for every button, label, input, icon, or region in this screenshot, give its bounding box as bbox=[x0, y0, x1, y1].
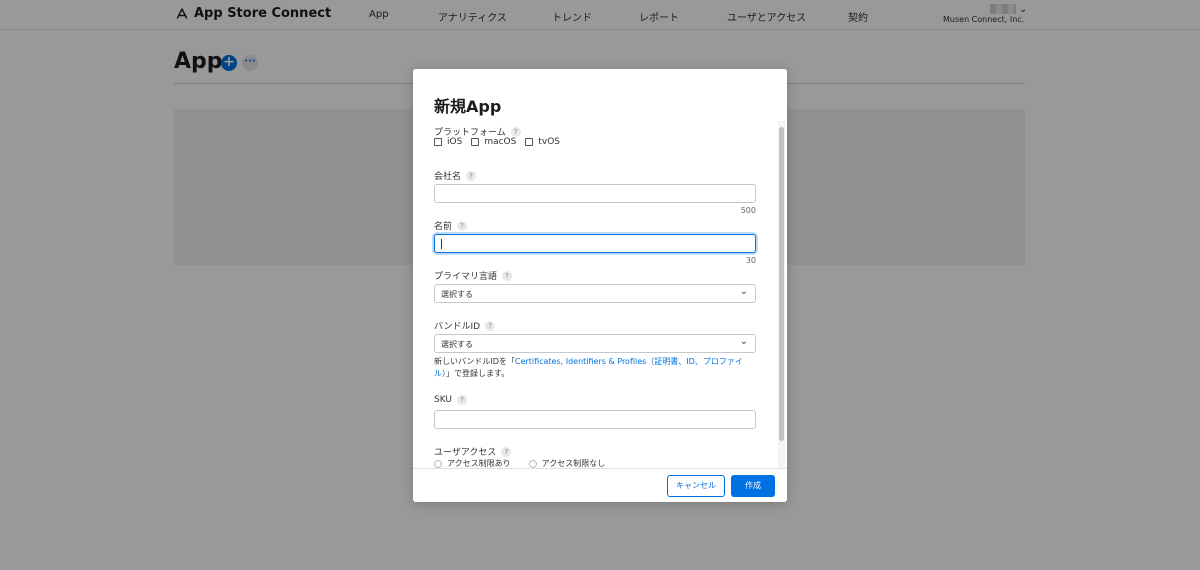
company-name-label: 会社名 ? bbox=[434, 169, 477, 182]
company-name-label-text: 会社名 bbox=[434, 172, 462, 182]
company-name-char-limit: 500 bbox=[740, 206, 756, 215]
chevron-down-icon: ⌄ bbox=[739, 336, 748, 347]
sku-label: SKU ? bbox=[434, 395, 467, 405]
scrollbar-thumb[interactable] bbox=[779, 127, 784, 441]
sku-input[interactable] bbox=[434, 410, 756, 429]
help-icon[interactable]: ? bbox=[466, 170, 477, 181]
chevron-down-icon: ⌄ bbox=[739, 286, 748, 297]
primary-language-select[interactable]: 選択する ⌄ bbox=[434, 284, 756, 303]
platform-macos-checkbox[interactable]: macOS bbox=[471, 137, 516, 147]
user-access-label: ユーザアクセス ? bbox=[434, 445, 512, 458]
app-name-char-limit: 30 bbox=[745, 256, 756, 265]
bundle-id-label-text: バンドルID bbox=[434, 322, 481, 332]
checkbox-icon bbox=[434, 138, 442, 146]
checkbox-label: tvOS bbox=[538, 137, 560, 147]
create-button[interactable]: 作成 bbox=[731, 475, 775, 497]
help-icon[interactable]: ? bbox=[456, 395, 467, 405]
help-suffix: 」で登録します。 bbox=[446, 369, 510, 378]
radio-icon bbox=[434, 459, 442, 468]
app-name-input[interactable] bbox=[434, 234, 756, 253]
platform-tvos-checkbox[interactable]: tvOS bbox=[525, 137, 560, 147]
bundle-id-label: バンドルID ? bbox=[434, 319, 496, 332]
company-name-input[interactable] bbox=[434, 184, 756, 203]
checkbox-label: macOS bbox=[484, 137, 517, 147]
platform-ios-checkbox[interactable]: iOS bbox=[434, 137, 462, 147]
select-value: 選択する bbox=[441, 290, 473, 299]
divider bbox=[413, 468, 787, 469]
access-limited-radio[interactable]: アクセス制限あり bbox=[434, 458, 511, 468]
checkbox-icon bbox=[525, 138, 534, 146]
select-value: 選択する bbox=[441, 340, 473, 349]
user-access-label-text: ユーザアクセス bbox=[434, 448, 497, 458]
cancel-button[interactable]: キャンセル bbox=[667, 475, 725, 497]
help-icon[interactable]: ? bbox=[485, 320, 496, 331]
user-access-options: アクセス制限あり アクセス制限なし bbox=[434, 458, 605, 468]
radio-icon bbox=[528, 459, 537, 468]
dialog-title: 新規App bbox=[434, 97, 502, 116]
bundle-id-select[interactable]: 選択する ⌄ bbox=[434, 334, 756, 353]
radio-label: アクセス制限なし bbox=[541, 459, 606, 468]
primary-language-label: プライマリ言語 ? bbox=[434, 269, 513, 282]
dialog-form: プラットフォーム ? iOS macOS tvOS 会社名 ? 500 名前 ?… bbox=[413, 121, 787, 468]
platform-options: iOS macOS tvOS bbox=[434, 137, 560, 147]
help-icon[interactable]: ? bbox=[510, 126, 521, 137]
radio-label: アクセス制限あり bbox=[447, 459, 511, 468]
sku-label-text: SKU bbox=[434, 395, 452, 405]
access-full-radio[interactable]: アクセス制限なし bbox=[528, 458, 606, 468]
new-app-dialog: 新規App プラットフォーム ? iOS macOS tvOS 会社名 ? 50… bbox=[413, 69, 787, 502]
primary-language-label-text: プライマリ言語 bbox=[434, 272, 498, 282]
help-icon[interactable]: ? bbox=[501, 446, 512, 457]
checkbox-label: iOS bbox=[447, 137, 463, 147]
help-icon[interactable]: ? bbox=[502, 270, 513, 281]
help-prefix: 新しいバンドルIDを「 bbox=[434, 357, 515, 366]
app-name-label: 名前 ? bbox=[434, 219, 468, 232]
text-cursor bbox=[441, 239, 442, 249]
bundle-id-help-text: 新しいバンドルIDを「Certificates, Identifiers & P… bbox=[434, 356, 749, 380]
app-name-label-text: 名前 bbox=[434, 222, 453, 232]
checkbox-icon bbox=[471, 138, 480, 146]
help-icon[interactable]: ? bbox=[457, 220, 468, 231]
